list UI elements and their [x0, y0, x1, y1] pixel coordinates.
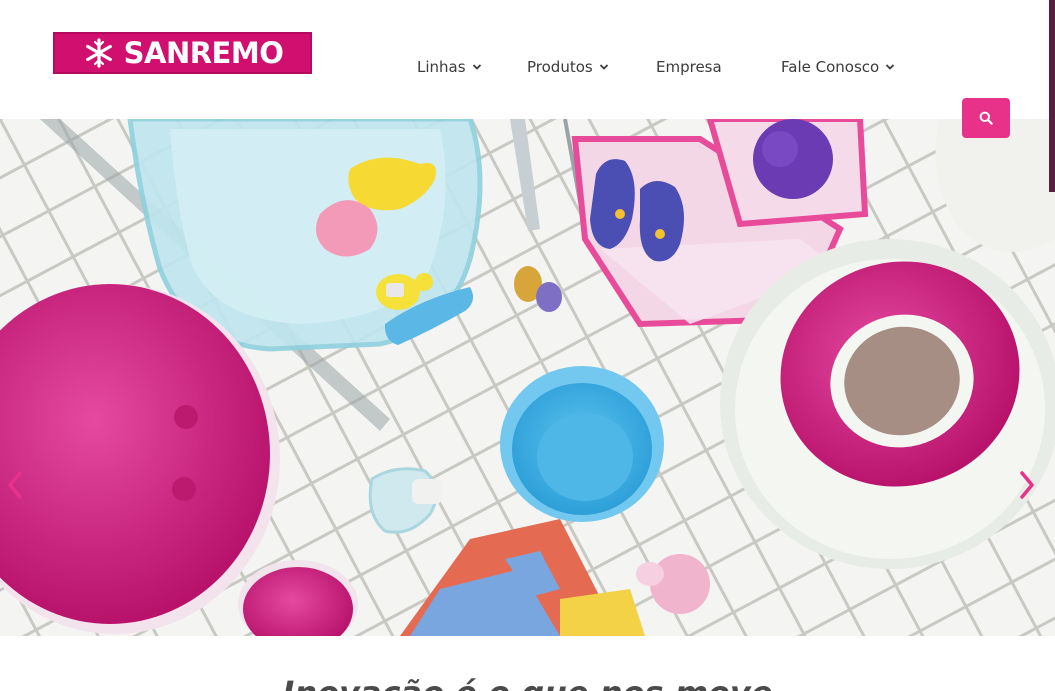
chevron-right-icon: [1020, 471, 1034, 499]
intro-section: Inovação é o que nos move: [0, 636, 1055, 691]
nav-item-linhas[interactable]: Linhas: [417, 56, 482, 78]
site-header: SANREMO Linhas Produtos Empresa Fale Con…: [0, 0, 1055, 119]
hero-photo: [0, 119, 1055, 636]
slider-next-button[interactable]: [1019, 471, 1043, 505]
nav-item-label: Linhas: [417, 58, 466, 76]
slider-prev-button[interactable]: [7, 471, 31, 505]
hero-slider[interactable]: [0, 119, 1055, 636]
scroll-edge: [1049, 0, 1055, 192]
section-tagline: Inovação é o que nos move: [0, 674, 1055, 691]
chevron-down-icon: [599, 64, 608, 70]
sanremo-logo[interactable]: SANREMO: [53, 32, 312, 74]
brand-name: SANREMO: [123, 35, 284, 70]
chevron-down-icon: [886, 64, 895, 70]
nav-item-produtos[interactable]: Produtos: [527, 56, 609, 78]
chevron-down-icon: [472, 64, 481, 70]
snowflake-logo-icon: [85, 38, 112, 68]
nav-item-label: Fale Conosco: [781, 58, 880, 76]
nav-item-label: Empresa: [656, 58, 722, 76]
nav-item-label: Produtos: [527, 58, 593, 76]
chevron-left-icon: [8, 471, 22, 499]
nav-item-fale-conosco[interactable]: Fale Conosco: [781, 56, 895, 78]
search-icon: [979, 111, 993, 125]
search-button[interactable]: [962, 98, 1010, 138]
nav-item-empresa[interactable]: Empresa: [656, 56, 722, 78]
